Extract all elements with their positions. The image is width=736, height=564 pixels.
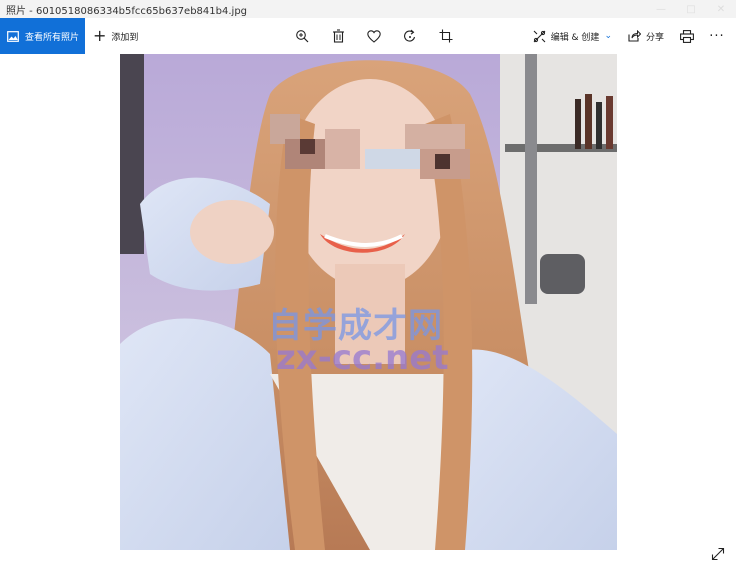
chevron-down-icon: ⌄ — [604, 31, 612, 41]
share-icon — [628, 30, 641, 42]
watermark-line-2: zx-cc.net — [276, 338, 449, 378]
toolbar: 查看所有照片 + 添加到 编辑 & 创建 ⌄ 分享 ··· — [0, 18, 736, 54]
rotate-icon — [404, 29, 416, 42]
photo-viewer: 自学成才网 zx-cc.net — [0, 54, 736, 564]
edit-create-button[interactable]: 编辑 & 创建 ⌄ — [525, 18, 620, 54]
plus-icon: + — [93, 26, 107, 45]
more-options-button[interactable]: ··· — [702, 18, 732, 54]
crop-button[interactable] — [428, 18, 464, 54]
heart-icon — [367, 29, 381, 43]
share-button[interactable]: 分享 — [620, 18, 672, 54]
expand-icon — [711, 547, 725, 561]
print-icon — [680, 29, 694, 43]
maximize-button[interactable]: □ — [676, 0, 706, 18]
center-tools — [284, 18, 464, 54]
favorite-button[interactable] — [356, 18, 392, 54]
minimize-button[interactable]: — — [646, 0, 676, 18]
view-all-photos-label: 查看所有照片 — [25, 32, 80, 43]
zoom-icon — [296, 30, 309, 43]
photos-icon — [7, 30, 19, 42]
more-icon: ··· — [709, 28, 725, 44]
share-label: 分享 — [645, 32, 664, 43]
fullscreen-button[interactable] — [708, 545, 728, 563]
edit-create-label: 编辑 & 创建 — [550, 32, 600, 43]
close-button[interactable]: ✕ — [706, 0, 736, 18]
edit-create-icon — [533, 30, 546, 42]
rotate-button[interactable] — [392, 18, 428, 54]
right-tools: 编辑 & 创建 ⌄ 分享 ··· — [525, 18, 732, 54]
title-bar: 照片 - 6010518086334b5fcc65b637eb841b4.jpg… — [0, 0, 736, 18]
add-to-button[interactable]: + 添加到 — [93, 28, 138, 44]
delete-button[interactable] — [320, 18, 356, 54]
window-title: 照片 - 6010518086334b5fcc65b637eb841b4.jpg — [6, 5, 248, 17]
print-button[interactable] — [672, 18, 702, 54]
window-controls: — □ ✕ — [646, 0, 736, 18]
crop-icon — [439, 29, 453, 43]
add-to-label: 添加到 — [111, 32, 139, 43]
view-all-photos-button[interactable]: 查看所有照片 — [0, 18, 85, 54]
zoom-button[interactable] — [284, 18, 320, 54]
trash-icon — [332, 29, 344, 43]
